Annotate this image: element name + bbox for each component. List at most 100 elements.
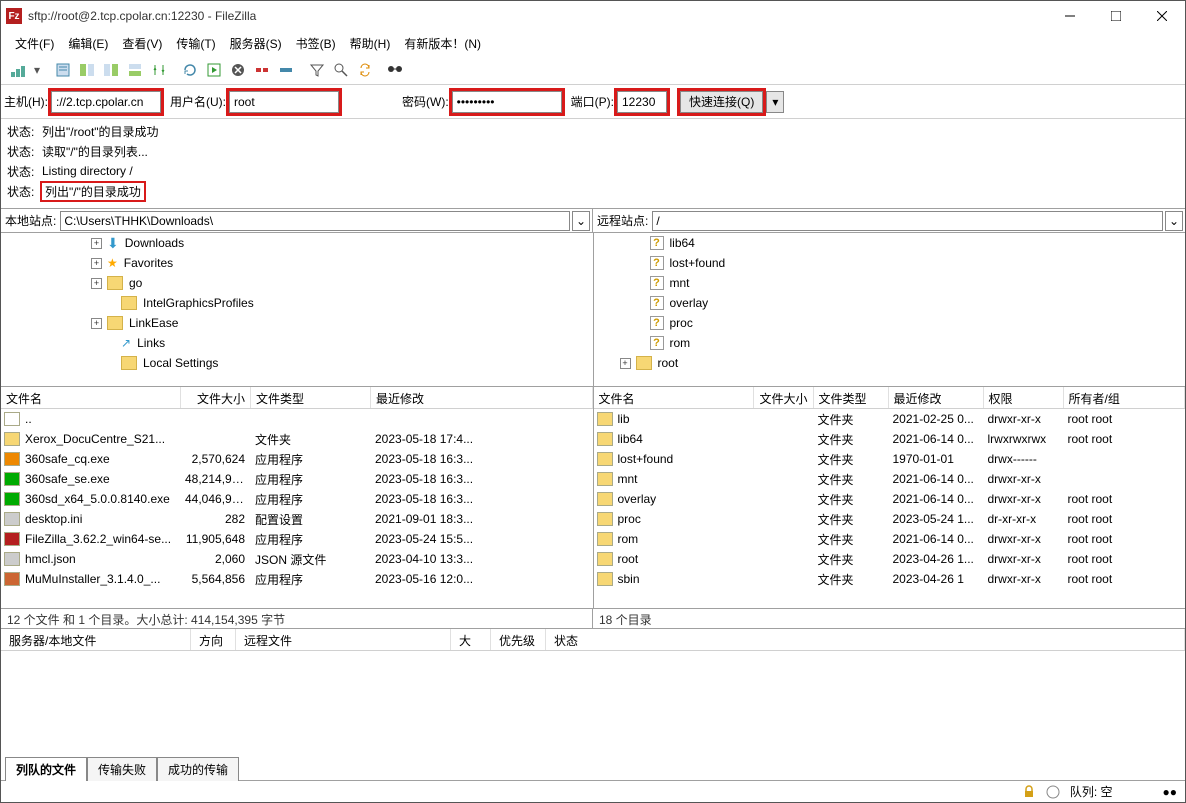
tree-item[interactable]: Local Settings [1, 353, 593, 373]
list-item[interactable]: root文件夹2023-04-26 1...drwxr-xr-xroot roo… [594, 549, 1186, 569]
list-item[interactable]: proc文件夹2023-05-24 1...dr-xr-xr-xroot roo… [594, 509, 1186, 529]
menu-file[interactable]: 文件(F) [9, 33, 60, 54]
activity-icon: ●● [1163, 785, 1178, 799]
list-item[interactable]: rom文件夹2021-06-14 0...drwxr-xr-xroot root [594, 529, 1186, 549]
col-filetype[interactable]: 文件类型 [814, 387, 889, 408]
tree-item[interactable]: ↗Links [1, 333, 593, 353]
tree-item[interactable]: ?overlay [594, 293, 1186, 313]
menu-help[interactable]: 帮助(H) [344, 33, 397, 54]
col-filename[interactable]: 文件名 [594, 387, 754, 408]
tree-item[interactable]: +go [1, 273, 593, 293]
remote-path-dropdown[interactable]: ⌄ [1165, 211, 1183, 231]
minimize-button[interactable] [1047, 1, 1093, 31]
list-item[interactable]: mnt文件夹2021-06-14 0...drwxr-xr-x [594, 469, 1186, 489]
site-manager-dropdown-icon[interactable]: ▾ [31, 59, 43, 81]
tree-item[interactable]: ?rom [594, 333, 1186, 353]
password-input[interactable] [452, 91, 562, 113]
tree-item[interactable]: ?proc [594, 313, 1186, 333]
list-item[interactable]: 360safe_se.exe48,214,944应用程序2023-05-18 1… [1, 469, 593, 489]
quickconnect-button[interactable]: 快速连接(Q) [680, 91, 763, 113]
cancel-icon[interactable] [227, 59, 249, 81]
message-log[interactable]: 状态:列出"/root"的目录成功状态:读取"/"的目录列表...状态:List… [1, 119, 1185, 209]
compare-icon[interactable] [330, 59, 352, 81]
menu-view[interactable]: 查看(V) [116, 33, 168, 54]
queue-body[interactable] [1, 651, 1185, 756]
col-status[interactable]: 状态 [546, 629, 1185, 650]
tree-item[interactable]: ?lost+found [594, 253, 1186, 273]
menu-server[interactable]: 服务器(S) [224, 33, 288, 54]
list-item[interactable]: MuMuInstaller_3.1.4.0_...5,564,856应用程序20… [1, 569, 593, 589]
tree-item[interactable]: ?lib64 [594, 233, 1186, 253]
refresh-icon[interactable] [179, 59, 201, 81]
list-item[interactable]: FileZilla_3.62.2_win64-se...11,905,648应用… [1, 529, 593, 549]
remote-tree[interactable]: ?lib64?lost+found?mnt?overlay?proc?rom+r… [594, 233, 1186, 386]
list-item[interactable]: hmcl.json2,060JSON 源文件2023-04-10 13:3... [1, 549, 593, 569]
toggle-local-tree-icon[interactable] [76, 59, 98, 81]
disconnect-icon[interactable] [251, 59, 273, 81]
site-manager-icon[interactable] [7, 59, 29, 81]
username-input[interactable] [229, 91, 339, 113]
reconnect-icon[interactable] [275, 59, 297, 81]
port-input[interactable] [617, 91, 667, 113]
host-input[interactable] [51, 91, 161, 113]
local-list-header: 文件名 文件大小 文件类型 最近修改 [1, 387, 593, 409]
list-item[interactable]: overlay文件夹2021-06-14 0...drwxr-xr-xroot … [594, 489, 1186, 509]
toggle-remote-tree-icon[interactable] [100, 59, 122, 81]
close-button[interactable] [1139, 1, 1185, 31]
col-filesize[interactable]: 文件大小 [754, 387, 814, 408]
process-queue-icon[interactable] [203, 59, 225, 81]
port-label: 端口(P): [571, 93, 614, 110]
menu-bookmarks[interactable]: 书签(B) [290, 33, 342, 54]
list-item[interactable]: .. [1, 409, 593, 429]
col-permissions[interactable]: 权限 [984, 387, 1064, 408]
sync-browsing-icon[interactable] [148, 59, 170, 81]
list-item[interactable]: Xerox_DocuCentre_S21...文件夹2023-05-18 17:… [1, 429, 593, 449]
list-item[interactable]: lost+found文件夹1970-01-01drwx------ [594, 449, 1186, 469]
col-size[interactable]: 大小 [451, 629, 491, 650]
list-item[interactable]: 360safe_cq.exe2,570,624应用程序2023-05-18 16… [1, 449, 593, 469]
list-item[interactable]: sbin文件夹2023-04-26 1drwxr-xr-xroot root [594, 569, 1186, 589]
tree-item[interactable]: ?mnt [594, 273, 1186, 293]
tree-item[interactable]: +★Favorites [1, 253, 593, 273]
remote-file-list[interactable]: 文件名 文件大小 文件类型 最近修改 权限 所有者/组 lib文件夹2021-0… [594, 387, 1186, 608]
remote-path-input[interactable] [652, 211, 1163, 231]
list-item[interactable]: 360sd_x64_5.0.0.8140.exe44,046,920应用程序20… [1, 489, 593, 509]
col-modified[interactable]: 最近修改 [371, 387, 593, 408]
list-item[interactable]: lib64文件夹2021-06-14 0...lrwxrwxrwxroot ro… [594, 429, 1186, 449]
queue-header: 服务器/本地文件 方向 远程文件 大小 优先级 状态 [1, 629, 1185, 651]
col-server-file[interactable]: 服务器/本地文件 [1, 629, 191, 650]
local-path-input[interactable] [60, 211, 570, 231]
list-item[interactable]: lib文件夹2021-02-25 0...drwxr-xr-xroot root [594, 409, 1186, 429]
quickconnect-dropdown[interactable]: ▾ [766, 91, 784, 113]
local-tree[interactable]: +⬇Downloads+★Favorites+goIntelGraphicsPr… [1, 233, 594, 386]
host-label: 主机(H): [4, 93, 48, 110]
menu-newversion[interactable]: 有新版本！(N) [398, 33, 487, 54]
filter-icon[interactable] [306, 59, 328, 81]
col-modified[interactable]: 最近修改 [889, 387, 984, 408]
col-filename[interactable]: 文件名 [1, 387, 181, 408]
tab-queued[interactable]: 列队的文件 [5, 757, 87, 781]
local-path-dropdown[interactable]: ⌄ [572, 211, 590, 231]
col-owner[interactable]: 所有者/组 [1064, 387, 1186, 408]
tree-item[interactable]: +root [594, 353, 1186, 373]
sync-icon[interactable] [354, 59, 376, 81]
tree-item[interactable]: IntelGraphicsProfiles [1, 293, 593, 313]
maximize-button[interactable] [1093, 1, 1139, 31]
col-filetype[interactable]: 文件类型 [251, 387, 371, 408]
col-priority[interactable]: 优先级 [491, 629, 546, 650]
menubar: 文件(F) 编辑(E) 查看(V) 传输(T) 服务器(S) 书签(B) 帮助(… [1, 31, 1185, 55]
col-direction[interactable]: 方向 [191, 629, 236, 650]
col-remote-file[interactable]: 远程文件 [236, 629, 451, 650]
menu-transfer[interactable]: 传输(T) [170, 33, 221, 54]
toggle-log-icon[interactable] [52, 59, 74, 81]
list-item[interactable]: desktop.ini282配置设置2021-09-01 18:3... [1, 509, 593, 529]
toggle-queue-icon[interactable] [124, 59, 146, 81]
tab-success[interactable]: 成功的传输 [157, 757, 239, 781]
col-filesize[interactable]: 文件大小 [181, 387, 251, 408]
tab-failed[interactable]: 传输失败 [87, 757, 157, 781]
search-icon[interactable] [385, 59, 407, 81]
tree-item[interactable]: +⬇Downloads [1, 233, 593, 253]
local-file-list[interactable]: 文件名 文件大小 文件类型 最近修改 ..Xerox_DocuCentre_S2… [1, 387, 594, 608]
tree-item[interactable]: +LinkEase [1, 313, 593, 333]
menu-edit[interactable]: 编辑(E) [62, 33, 114, 54]
